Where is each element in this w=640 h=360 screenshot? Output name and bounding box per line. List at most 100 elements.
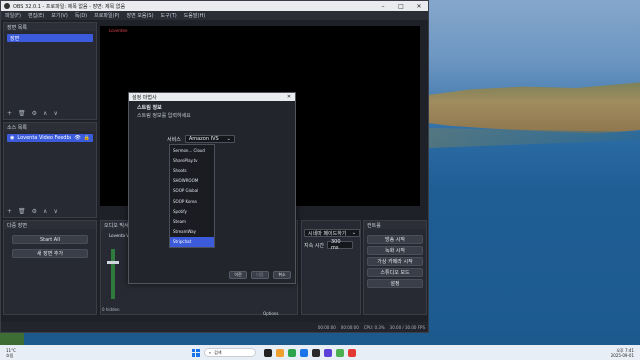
service-option[interactable]: SHOWROOM — [170, 176, 214, 186]
source-camera-icon: ◉ — [10, 135, 15, 141]
start-recording-button[interactable]: 녹화 시작 — [367, 246, 423, 255]
start-virtual-camera-button[interactable]: 가상 카메라 시작 — [367, 257, 423, 266]
dialog-header: 스트림 정보 스트림 정보를 입력하세요 — [129, 101, 295, 122]
start-button[interactable] — [191, 348, 200, 357]
window-title: OBS 32.0.1 - 프로파일: 제목 없음 - 장면: 제목 없음 — [13, 3, 126, 10]
move-down-icon[interactable]: ∨ — [53, 110, 57, 117]
service-option[interactable]: SOOP Global — [170, 186, 214, 196]
studio-mode-button[interactable]: 스튜디오 모드 — [367, 268, 423, 277]
scene-item[interactable]: 장면 — [7, 34, 93, 42]
settings-icon[interactable]: ⚙ — [32, 208, 37, 215]
cancel-button[interactable]: 취소 — [273, 271, 291, 279]
service-option[interactable]: SOOP Korea — [170, 196, 214, 206]
search-placeholder: 검색 — [214, 349, 222, 355]
search-icon: ⌕ — [208, 350, 212, 355]
status-bar: 00:00:00 00:00:00 CPU: 0.3% 30.00 / 30.0… — [1, 322, 428, 332]
duration-input[interactable]: 300 ms — [327, 239, 353, 251]
menu-tools[interactable]: 도구(T) — [161, 12, 177, 19]
scenes-dock: 장면 목록 장면 + 🗑 ⚙ ∧ ∨ — [3, 22, 97, 120]
multi-scene-title: 다중 장면 — [4, 221, 96, 229]
source-item[interactable]: ◉ Loventa Video Feedback 👁 🔒 — [7, 134, 93, 142]
minimize-icon[interactable]: – — [374, 1, 392, 11]
menu-docks[interactable]: 독(D) — [75, 12, 87, 19]
add-icon[interactable]: + — [7, 110, 12, 117]
filter-icon[interactable]: ⚙ — [32, 110, 37, 117]
weather-desc: 흐림 — [6, 352, 14, 358]
obs-logo-icon — [4, 3, 10, 9]
dialog-titlebar: 설정 마법사 ✕ — [129, 93, 295, 101]
menu-profile[interactable]: 프로파일(P) — [94, 12, 119, 19]
dialog-buttons: 이전 다음 취소 — [229, 271, 291, 279]
service-option[interactable]: Steam — [170, 216, 214, 226]
sources-dock: 소스 목록 ◉ Loventa Video Feedback 👁 🔒 + 🗑 ⚙… — [3, 122, 97, 218]
next-button[interactable]: 다음 — [251, 271, 269, 279]
service-option[interactable]: Spotify — [170, 206, 214, 216]
menu-scene-collection[interactable]: 장면 모음(S) — [126, 12, 153, 19]
edge-taskbar-icon[interactable] — [299, 348, 308, 357]
taskbar-clock[interactable]: 오후 7:41 2025-09-01 — [611, 348, 634, 358]
service-option[interactable]: StreamWay — [170, 227, 214, 237]
taskbar-search[interactable]: ⌕ 검색 — [203, 348, 256, 357]
menu-view[interactable]: 보기(V) — [51, 12, 68, 19]
duration-row: 지속 시간 300 ms — [304, 239, 358, 251]
service-row: 서비스 Amazon IVS ⌄ — [167, 135, 235, 143]
chevron-down-icon: ⌄ — [351, 230, 356, 236]
menu-edit[interactable]: 편집(E) — [28, 12, 44, 19]
visibility-icon[interactable]: 👁 — [74, 135, 80, 141]
browser-taskbar-icon[interactable] — [287, 348, 296, 357]
controls-dock: 컨트롤 방송 시작 녹화 시작 가상 카메라 시작 스튜디오 모드 설정 — [363, 220, 427, 315]
files-taskbar-icon[interactable] — [275, 348, 284, 357]
multi-scene-dock: 다중 장면 Start All 새 장면 추가 — [3, 220, 97, 315]
add-scene-button[interactable]: 새 장면 추가 — [12, 249, 88, 258]
obs-taskbar-icon[interactable] — [263, 348, 272, 357]
status-record-time: 00:00:00 — [340, 324, 359, 330]
volume-meter — [111, 249, 115, 299]
menu-file[interactable]: 파일(F) — [5, 12, 21, 19]
scenes-dock-title: 장면 목록 — [4, 23, 96, 31]
dialog-close-icon[interactable]: ✕ — [283, 94, 295, 100]
service-option[interactable]: Shoots — [170, 165, 214, 175]
options-button[interactable]: Options — [263, 311, 278, 316]
start-all-button[interactable]: Start All — [12, 235, 88, 244]
service-option[interactable]: Sermon... Cloud — [170, 145, 214, 155]
back-button[interactable]: 이전 — [229, 271, 247, 279]
service-label: 서비스 — [167, 136, 181, 143]
service-option[interactable]: Stripchat — [170, 236, 214, 247]
add-icon[interactable]: + — [7, 208, 12, 215]
service-select[interactable]: Amazon IVS ⌄ — [184, 135, 235, 143]
move-up-icon[interactable]: ∧ — [43, 110, 47, 117]
volume-slider[interactable] — [107, 261, 119, 264]
menu-bar: 파일(F) 편집(E) 보기(V) 독(D) 프로파일(P) 장면 모음(S) … — [1, 11, 428, 20]
move-up-icon[interactable]: ∧ — [43, 208, 47, 215]
remove-icon[interactable]: 🗑 — [18, 208, 26, 215]
start-streaming-button[interactable]: 방송 시작 — [367, 235, 423, 244]
service-dropdown-list: Sermon... Cloud SharePlay.tv Shoots SHOWROO… — [169, 144, 215, 248]
service-value: Amazon IVS — [188, 136, 219, 142]
chevron-down-icon: ⌄ — [226, 136, 231, 142]
status-fps: 30.00 / 30.00 FPS — [389, 324, 425, 330]
sources-toolbar: + 🗑 ⚙ ∧ ∨ — [7, 208, 58, 215]
weather-widget[interactable]: 11°C 흐림 — [6, 348, 16, 358]
service-option[interactable]: SharePlay.tv — [170, 155, 214, 165]
app3-taskbar-icon[interactable] — [347, 348, 356, 357]
windows-taskbar: 11°C 흐림 ⌕ 검색 오후 7:41 2025-09-01 — [0, 345, 640, 360]
app2-taskbar-icon[interactable] — [335, 348, 344, 357]
dialog-title: 설정 마법사 — [132, 94, 157, 101]
menu-help[interactable]: 도움말(H) — [184, 12, 205, 19]
window-titlebar: OBS 32.0.1 - 프로파일: 제목 없음 - 장면: 제목 없음 – □… — [1, 1, 428, 11]
auto-config-dialog: 설정 마법사 ✕ 스트림 정보 스트림 정보를 입력하세요 서비스 Amazon… — [128, 92, 296, 284]
remove-icon[interactable]: 🗑 — [18, 110, 26, 117]
sources-dock-title: 소스 목록 — [4, 123, 96, 131]
settings-button[interactable]: 설정 — [367, 279, 423, 288]
duration-label: 지속 시간 — [304, 242, 324, 249]
transition-select[interactable]: 시네마 페이드하기 ⌄ — [304, 229, 360, 237]
store-taskbar-icon[interactable] — [323, 348, 332, 357]
close-icon[interactable]: ✕ — [410, 1, 428, 11]
app-taskbar-icon[interactable] — [311, 348, 320, 357]
dialog-heading: 스트림 정보 — [137, 105, 162, 111]
transition-value: 시네마 페이드하기 — [308, 230, 347, 237]
clock-date: 2025-09-01 — [610, 352, 634, 358]
lock-icon[interactable]: 🔒 — [84, 135, 90, 141]
maximize-icon[interactable]: □ — [392, 1, 410, 11]
move-down-icon[interactable]: ∨ — [53, 208, 57, 215]
